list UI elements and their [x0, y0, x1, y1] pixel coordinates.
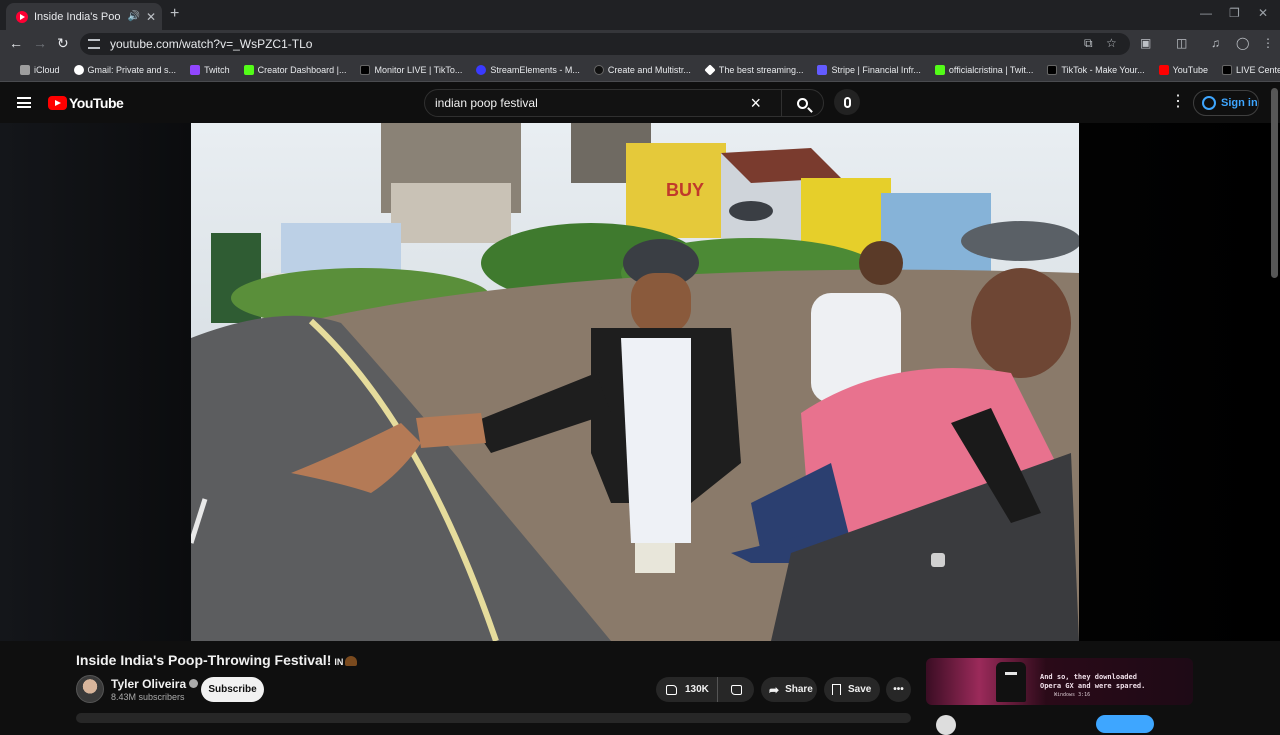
like-dislike-group: 130K — [656, 677, 754, 702]
bookmark-favicon-icon — [704, 63, 716, 76]
more-icon: ••• — [893, 684, 904, 695]
buy-sign-text: BUY — [666, 180, 704, 200]
browser-tab[interactable]: Inside India's Poop-Throwi 🔊 ✕ — [6, 3, 162, 30]
channel-name[interactable]: Tyler Oliveira — [111, 677, 199, 691]
like-button[interactable]: 130K — [656, 677, 718, 702]
ad-headline: And so, they downloaded Opera GX and wer… — [1040, 673, 1146, 690]
thumbs-up-icon — [666, 684, 677, 695]
dislike-button[interactable] — [718, 684, 754, 695]
verified-badge-icon — [189, 679, 199, 688]
search-input[interactable]: indian poop festival × — [424, 89, 824, 117]
close-tab-icon[interactable]: ✕ — [146, 10, 156, 24]
forward-icon[interactable]: → — [33, 35, 47, 51]
bookmark-favicon-icon — [73, 64, 84, 75]
bookmark-item[interactable]: Gmail: Private and s... — [73, 64, 176, 75]
minimize-icon[interactable]: — — [1200, 6, 1212, 20]
side-panel-icon[interactable]: ◫ — [1176, 36, 1187, 50]
bookmark-star-icon[interactable]: ☆ — [1106, 36, 1117, 50]
description-box[interactable] — [76, 713, 911, 723]
subscribe-button[interactable]: Subscribe — [201, 677, 264, 702]
url-text: youtube.com/watch?v=_WsPZC1-TLo — [110, 37, 313, 51]
ad-figure-image — [996, 662, 1026, 702]
video-player[interactable]: BUY — [191, 123, 1079, 641]
clear-search-icon[interactable]: × — [750, 93, 761, 114]
ad-cta-button[interactable] — [1096, 715, 1154, 733]
bookmark-item[interactable]: Stripe | Financial Infr... — [817, 64, 921, 75]
bookmark-item[interactable]: The best streaming... — [704, 63, 803, 76]
bookmark-favicon-icon — [1047, 64, 1058, 75]
restore-icon[interactable]: ❐ — [1229, 6, 1240, 20]
bookmark-item[interactable]: Create and Multistr... — [593, 64, 691, 75]
bookmarks-bar: iCloud Gmail: Private and s... Twitch Cr… — [0, 58, 1280, 82]
search-query: indian poop festival — [435, 96, 538, 110]
save-icon — [832, 684, 841, 695]
thumbs-down-icon — [730, 684, 742, 695]
bookmark-item[interactable]: Creator Dashboard |... — [243, 64, 346, 75]
bookmark-item[interactable]: YouTube — [1158, 64, 1208, 75]
install-icon[interactable]: ⧉ — [1084, 36, 1093, 51]
advertiser-avatar — [936, 715, 956, 735]
bookmark-item[interactable]: StreamElements - M... — [476, 64, 580, 75]
address-bar-row: ← → ↻ youtube.com/watch?v=_WsPZC1-TLo ⧉ … — [0, 30, 1280, 58]
subscriber-count: 8.43M subscribers — [111, 692, 185, 702]
poop-emoji-icon — [345, 656, 358, 666]
speaker-icon[interactable]: 🔊 — [127, 11, 139, 22]
bookmark-item[interactable]: LIVE Center — [1221, 64, 1280, 75]
settings-menu-icon[interactable]: ⋮ — [1170, 94, 1186, 110]
media-icon[interactable]: ♫ — [1211, 36, 1220, 50]
bookmark-favicon-icon — [190, 64, 201, 75]
sign-in-button[interactable]: Sign in — [1193, 90, 1259, 116]
bookmark-item[interactable]: Monitor LIVE | TikTo... — [360, 64, 462, 75]
bookmark-item[interactable]: iCloud — [20, 64, 60, 75]
voice-search-button[interactable] — [834, 89, 860, 115]
microphone-icon — [843, 96, 851, 108]
extensions-icon[interactable]: ▣ — [1140, 36, 1151, 50]
youtube-play-icon — [48, 96, 67, 110]
ad-footer — [926, 710, 1193, 735]
bookmark-favicon-icon — [360, 64, 371, 75]
bookmark-item[interactable]: Twitch — [190, 64, 230, 75]
more-actions-button[interactable]: ••• — [886, 677, 911, 702]
new-tab-icon[interactable]: + — [170, 5, 179, 23]
save-button[interactable]: Save — [824, 677, 880, 702]
browser-tab-bar: Inside India's Poop-Throwi 🔊 ✕ + — ❐ ✕ — [0, 0, 1280, 30]
bookmark-favicon-icon — [20, 64, 30, 75]
account-icon — [1202, 96, 1216, 110]
profile-icon[interactable]: ◯ — [1236, 36, 1249, 50]
video-title: Inside India's Poop-Throwing Festival! IN — [76, 652, 358, 668]
menu-icon[interactable]: ⋮ — [1262, 36, 1274, 50]
site-info-icon[interactable] — [88, 39, 100, 49]
bookmark-favicon-icon — [817, 64, 828, 75]
close-window-icon[interactable]: ✕ — [1258, 6, 1268, 20]
ad-banner[interactable]: And so, they downloaded Opera GX and wer… — [926, 658, 1193, 705]
hamburger-menu-icon[interactable] — [17, 97, 31, 108]
page-scrollbar[interactable] — [1271, 88, 1278, 278]
ad-caption: Windows 3:16 — [1054, 692, 1091, 698]
bookmark-favicon-icon — [1158, 64, 1169, 75]
youtube-header: YouTube indian poop festival × ⋮ Sign in — [0, 83, 1280, 123]
back-icon[interactable]: ← — [9, 35, 23, 51]
india-flag-icon: IN — [334, 657, 344, 667]
youtube-logo[interactable]: YouTube — [48, 95, 124, 111]
video-frame: BUY — [191, 123, 1079, 641]
bookmark-favicon-icon — [243, 64, 254, 75]
search-button[interactable] — [781, 90, 823, 116]
bookmark-favicon-icon — [934, 64, 945, 75]
bookmark-favicon-icon — [476, 64, 487, 75]
bookmark-favicon-icon — [1221, 64, 1232, 75]
search-icon — [797, 97, 808, 109]
url-field[interactable]: youtube.com/watch?v=_WsPZC1-TLo — [80, 33, 1130, 55]
channel-avatar[interactable] — [76, 675, 104, 703]
bookmark-item[interactable]: officialcristina | Twit... — [934, 64, 1033, 75]
bookmark-item[interactable]: TikTok - Make Your... — [1047, 64, 1145, 75]
tab-title: Inside India's Poop-Throwi — [34, 10, 121, 23]
youtube-favicon-icon — [16, 10, 28, 23]
share-icon: ➦ — [769, 682, 780, 697]
share-button[interactable]: ➦ Share — [761, 677, 817, 702]
bookmark-favicon-icon — [593, 64, 604, 75]
reload-icon[interactable]: ↻ — [57, 35, 69, 52]
